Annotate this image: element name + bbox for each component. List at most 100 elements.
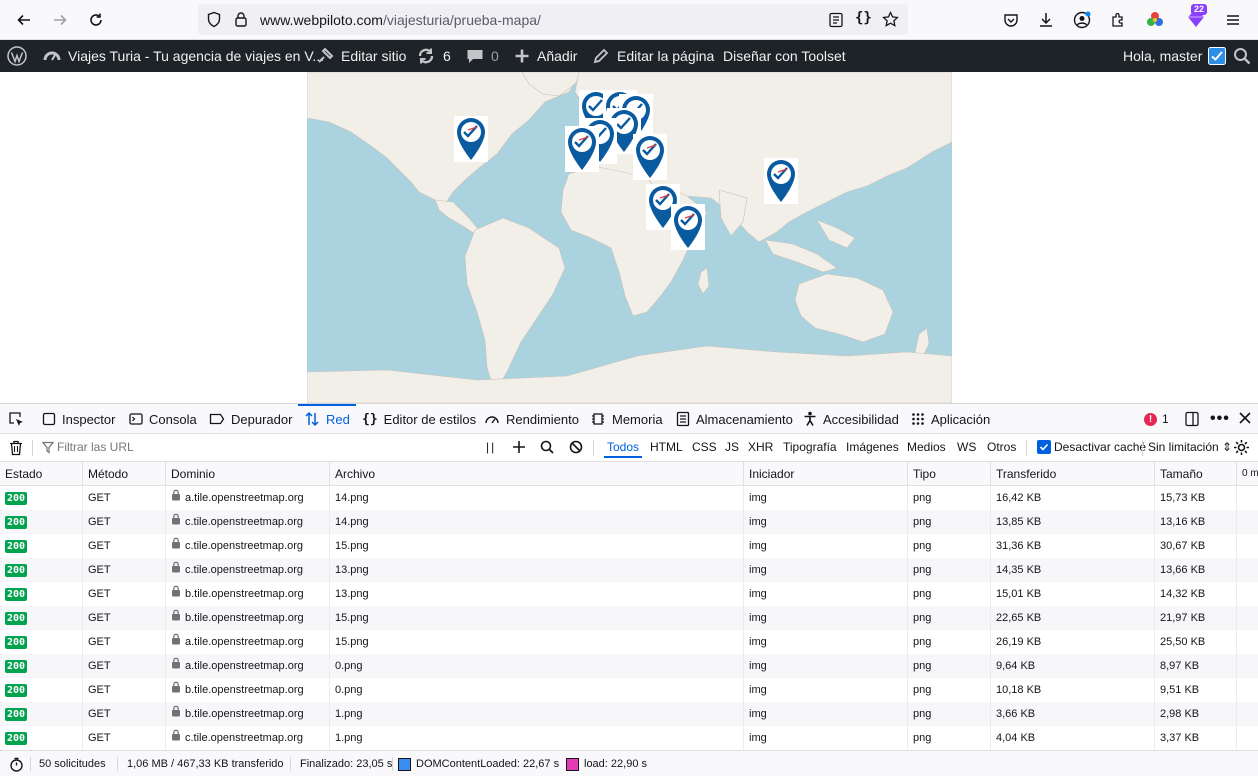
filter-type-xhr[interactable]: XHR bbox=[748, 440, 773, 454]
settings-gear-icon[interactable] bbox=[1233, 439, 1250, 459]
block-icon[interactable] bbox=[569, 440, 583, 457]
table-row[interactable]: 200 GET b.tile.openstreetmap.org 13.png img p… bbox=[0, 582, 1258, 606]
filter-type-html[interactable]: HTML bbox=[650, 440, 683, 454]
table-row[interactable]: 200 GET a.tile.openstreetmap.org 14.png img p… bbox=[0, 486, 1258, 510]
more-options-icon[interactable]: ••• bbox=[1210, 410, 1230, 428]
filter-type-media[interactable]: Medios bbox=[907, 440, 946, 454]
bookmark-star-icon[interactable] bbox=[882, 10, 899, 31]
dock-side-icon[interactable] bbox=[1184, 411, 1200, 430]
tab-label: Editor de estilos bbox=[383, 411, 477, 427]
lock-icon[interactable] bbox=[234, 11, 248, 31]
shield-icon[interactable] bbox=[206, 11, 222, 31]
add-icon[interactable] bbox=[512, 440, 526, 457]
wordpress-logo-icon[interactable] bbox=[7, 40, 34, 72]
world-map[interactable] bbox=[307, 72, 952, 403]
table-row[interactable]: 200 GET a.tile.openstreetmap.org 15.png img p… bbox=[0, 630, 1258, 654]
user-account-link[interactable]: Hola, master bbox=[1123, 40, 1233, 72]
error-count-badge[interactable]: ! 1 bbox=[1144, 412, 1169, 426]
downloads-icon[interactable] bbox=[1034, 8, 1058, 32]
table-row[interactable]: 200 GET b.tile.openstreetmap.org 15.png img p… bbox=[0, 606, 1258, 630]
tab-debugger[interactable]: Depurador bbox=[209, 404, 292, 434]
filter-type-fonts[interactable]: Tipografía bbox=[783, 440, 837, 454]
tab-storage[interactable]: Almacenamiento bbox=[676, 404, 793, 434]
tab-network[interactable]: Red bbox=[298, 404, 356, 434]
column-method[interactable]: Método bbox=[83, 462, 166, 486]
load-swatch bbox=[566, 758, 579, 771]
disable-cache-label[interactable]: Desactivar caché bbox=[1054, 440, 1146, 454]
element-picker-icon[interactable] bbox=[8, 411, 24, 430]
table-row[interactable]: 200 GET c.tile.openstreetmap.org 14.png img p… bbox=[0, 510, 1258, 534]
tab-console[interactable]: Consola bbox=[129, 404, 197, 434]
color-picker-extension-icon[interactable] bbox=[1143, 8, 1167, 32]
column-size[interactable]: Tamaño bbox=[1155, 462, 1237, 486]
add-new-link[interactable]: Añadir bbox=[514, 40, 577, 72]
map-marker[interactable] bbox=[454, 116, 488, 162]
site-name-label: Viajes Turia - Tu agencia de viajes en V… bbox=[68, 48, 325, 64]
reader-view-icon[interactable] bbox=[828, 12, 844, 31]
table-row[interactable]: 200 GET a.tile.openstreetmap.org 0.png img pn… bbox=[0, 654, 1258, 678]
search-icon[interactable] bbox=[540, 440, 554, 457]
filter-type-all[interactable]: Todos bbox=[603, 440, 643, 458]
tab-style-editor[interactable]: {} Editor de estilos bbox=[362, 404, 476, 434]
tab-accessibility[interactable]: Accesibilidad bbox=[803, 404, 899, 434]
reload-icon[interactable] bbox=[84, 8, 108, 32]
map-marker[interactable] bbox=[633, 134, 667, 180]
cell-domain: c.tile.openstreetmap.org bbox=[166, 534, 330, 558]
table-row[interactable]: 200 GET c.tile.openstreetmap.org 1.png img pn… bbox=[0, 726, 1258, 750]
map-marker[interactable] bbox=[565, 126, 599, 172]
account-icon[interactable] bbox=[1070, 8, 1094, 32]
cell-size: 15,73 KB bbox=[1155, 486, 1237, 510]
forward-icon[interactable] bbox=[48, 8, 72, 32]
cell-status: 200 bbox=[0, 678, 83, 702]
pause-icon[interactable]: || bbox=[486, 440, 496, 454]
column-status[interactable]: Estado bbox=[0, 462, 83, 486]
url-filter-input[interactable] bbox=[57, 440, 437, 454]
filter-type-css[interactable]: CSS bbox=[692, 440, 717, 454]
throttling-select[interactable]: Sin limitación ⇕ bbox=[1148, 440, 1232, 454]
disable-cache-checkbox[interactable] bbox=[1037, 440, 1051, 454]
trash-icon[interactable] bbox=[9, 440, 23, 459]
edit-page-link[interactable]: Editar la página bbox=[592, 40, 714, 72]
column-type[interactable]: Tipo bbox=[908, 462, 991, 486]
column-domain[interactable]: Dominio bbox=[166, 462, 330, 486]
column-transferred[interactable]: Transferido bbox=[991, 462, 1155, 486]
site-name-link[interactable]: Viajes Turia - Tu agencia de viajes en V… bbox=[43, 40, 324, 72]
cell-size: 13,16 KB bbox=[1155, 510, 1237, 534]
lock-icon bbox=[171, 630, 181, 654]
table-row[interactable]: 200 GET c.tile.openstreetmap.org 13.png img p… bbox=[0, 558, 1258, 582]
close-devtools-icon[interactable] bbox=[1238, 411, 1252, 428]
greeting-label: Hola, master bbox=[1123, 48, 1203, 64]
table-row[interactable]: 200 GET b.tile.openstreetmap.org 0.png img pn… bbox=[0, 678, 1258, 702]
cell-status: 200 bbox=[0, 654, 83, 678]
table-row[interactable]: 200 GET c.tile.openstreetmap.org 15.png img p… bbox=[0, 534, 1258, 558]
wp-search-icon[interactable] bbox=[1233, 40, 1258, 72]
filter-type-other[interactable]: Otros bbox=[987, 440, 1016, 454]
tab-inspector[interactable]: Inspector bbox=[42, 404, 115, 434]
extensions-icon[interactable] bbox=[1106, 8, 1130, 32]
updates-link[interactable]: 6 bbox=[416, 40, 451, 72]
filter-type-ws[interactable]: WS bbox=[957, 440, 976, 454]
filter-type-images[interactable]: Imágenes bbox=[846, 440, 899, 454]
url-bar[interactable]: www.webpiloto.com/viajesturia/prueba-map… bbox=[198, 4, 908, 35]
json-viewer-icon[interactable]: {} bbox=[855, 10, 872, 26]
table-row[interactable]: 200 GET b.tile.openstreetmap.org 1.png img pn… bbox=[0, 702, 1258, 726]
column-initiator[interactable]: Iniciador bbox=[744, 462, 908, 486]
map-marker[interactable] bbox=[764, 158, 798, 204]
map-marker[interactable] bbox=[671, 204, 705, 250]
comments-link[interactable]: 0 bbox=[466, 40, 499, 72]
edit-site-link[interactable]: Editar sitio bbox=[316, 40, 406, 72]
filter-type-js[interactable]: JS bbox=[725, 440, 739, 454]
tab-application[interactable]: Aplicación bbox=[911, 404, 990, 434]
tab-memory[interactable]: Memoria bbox=[590, 404, 663, 434]
menu-icon[interactable] bbox=[1221, 8, 1245, 32]
column-waterfall[interactable]: 0 m bbox=[1237, 462, 1258, 486]
toolset-link[interactable]: Diseñar con Toolset bbox=[723, 40, 846, 72]
url-text[interactable]: www.webpiloto.com/viajesturia/prueba-map… bbox=[260, 12, 541, 28]
column-file[interactable]: Archivo bbox=[330, 462, 744, 486]
tab-label: Inspector bbox=[62, 411, 116, 427]
pocket-icon[interactable] bbox=[999, 8, 1023, 32]
lock-icon bbox=[171, 486, 181, 510]
stopwatch-icon[interactable] bbox=[9, 757, 24, 775]
tab-performance[interactable]: Rendimiento bbox=[484, 404, 579, 434]
back-icon[interactable] bbox=[12, 8, 36, 32]
